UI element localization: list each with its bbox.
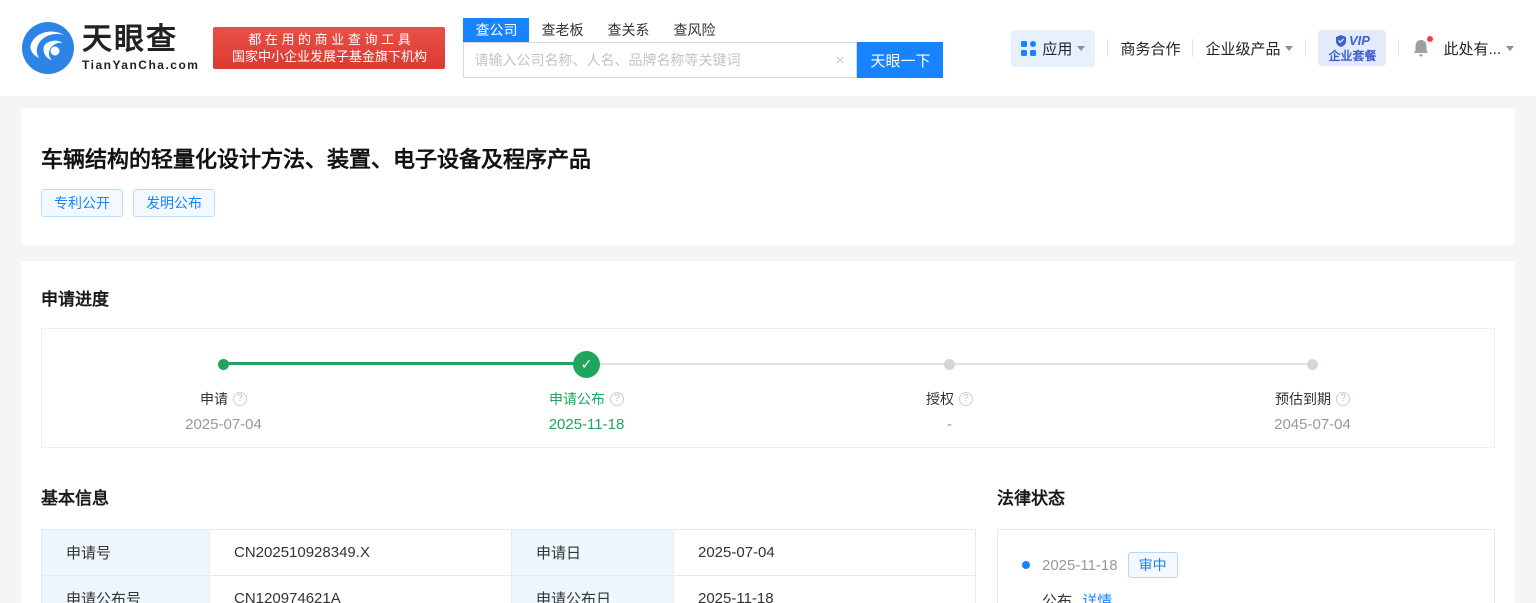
help-icon[interactable]: ? [233, 392, 247, 406]
step-date: 2025-07-04 [185, 416, 262, 433]
info-label: 申请公布号 [42, 576, 210, 603]
legal-status-date: 2025-11-18 [1042, 557, 1118, 574]
detail-link[interactable]: 详情 [1082, 593, 1112, 603]
info-value: 2025-11-18 [674, 576, 976, 603]
search-input-wrap: × [463, 42, 857, 78]
table-row: 申请号 CN202510928349.X 申请日 2025-07-04 [42, 530, 976, 576]
info-value: CN202510928349.X [210, 530, 512, 576]
divider [1107, 39, 1108, 57]
clear-icon[interactable]: × [834, 52, 847, 69]
step-date: 2025-11-18 [549, 416, 625, 433]
info-label: 申请号 [42, 530, 210, 576]
apps-grid-icon [1021, 41, 1036, 56]
tianyancha-logo[interactable]: 天眼查 TianYanCha.com [22, 22, 199, 74]
user-account-menu[interactable]: 此处有... [1443, 38, 1514, 59]
search-tab-boss[interactable]: 查老板 [529, 18, 595, 42]
divider [1192, 39, 1193, 57]
slogan-banner: 都 在 用 的 商 业 查 询 工 具 国家中小企业发展子基金旗下机构 [213, 27, 445, 69]
apps-menu[interactable]: 应用 [1011, 30, 1095, 67]
patent-detail-card: 申请进度 申请 ? 2025-07-04 ✓ 申请公布 ? 2025-11-18… [21, 261, 1515, 603]
notification-dot [1426, 35, 1434, 43]
basic-info-heading: 基本信息 [41, 484, 975, 509]
info-label: 申请公布日 [512, 576, 674, 603]
tag-patent-publication[interactable]: 专利公开 [41, 189, 123, 217]
step-done-dot [218, 359, 229, 370]
patent-title: 车辆结构的轻量化设计方法、装置、电子设备及程序产品 [41, 142, 1495, 174]
business-cooperation-link[interactable]: 商务合作 [1120, 38, 1180, 59]
header-nav: 应用 商务合作 企业级产品 VIP 企业套餐 [1011, 30, 1514, 67]
vip-package-button[interactable]: VIP 企业套餐 [1318, 30, 1386, 66]
progress-step-application: 申请 ? 2025-07-04 [42, 351, 405, 447]
step-check-icon: ✓ [573, 351, 600, 378]
top-header: 天眼查 TianYanCha.com 都 在 用 的 商 业 查 询 工 具 国… [0, 0, 1536, 96]
step-label: 申请公布 [549, 389, 605, 409]
user-account-label: 此处有... [1443, 38, 1501, 59]
info-label: 申请日 [512, 530, 674, 576]
legal-event: 公布 [1042, 593, 1072, 603]
application-progress-timeline: 申请 ? 2025-07-04 ✓ 申请公布 ? 2025-11-18 授权 ?… [41, 328, 1495, 448]
apps-label: 应用 [1042, 38, 1072, 59]
slogan-line2: 国家中小企业发展子基金旗下机构 [222, 48, 436, 65]
search-area: 查公司 查老板 查关系 查风险 × 天眼一下 [463, 18, 943, 78]
search-input[interactable] [474, 52, 833, 68]
vip-shield-icon [1335, 35, 1347, 47]
vip-package-label: 企业套餐 [1328, 50, 1376, 62]
chevron-down-icon [1077, 46, 1085, 51]
slogan-line1: 都 在 用 的 商 业 查 询 工 具 [222, 31, 436, 48]
logo-subtitle: TianYanCha.com [82, 59, 199, 71]
tag-invention-publication[interactable]: 发明公布 [133, 189, 215, 217]
table-row: 申请公布号 CN120974621A 申请公布日 2025-11-18 [42, 576, 976, 603]
search-tab-relation[interactable]: 查关系 [595, 18, 661, 42]
notification-bell[interactable] [1411, 38, 1431, 59]
basic-info-table: 申请号 CN202510928349.X 申请日 2025-07-04 申请公布… [41, 529, 976, 603]
progress-step-publication: ✓ 申请公布 ? 2025-11-18 [405, 351, 768, 447]
step-date: 2045-07-04 [1274, 416, 1351, 433]
tianyancha-logo-icon [22, 22, 74, 74]
step-label: 申请 [200, 389, 228, 409]
logo-title: 天眼查 [82, 25, 199, 55]
step-pending-dot [944, 359, 955, 370]
step-label: 预估到期 [1275, 389, 1331, 409]
search-tabs: 查公司 查老板 查关系 查风险 [463, 18, 943, 42]
search-tab-company[interactable]: 查公司 [463, 18, 529, 42]
progress-step-estimated-expiry: 预估到期 ? 2045-07-04 [1131, 351, 1494, 447]
divider [1398, 39, 1399, 57]
step-date: - [947, 416, 952, 433]
patent-title-card: 车辆结构的轻量化设计方法、装置、电子设备及程序产品 专利公开 发明公布 [21, 108, 1515, 245]
timeline-bullet [1022, 561, 1030, 569]
chevron-down-icon [1285, 46, 1293, 51]
status-badge: 审中 [1128, 552, 1178, 578]
search-button[interactable]: 天眼一下 [857, 42, 943, 78]
vip-label: VIP [1349, 34, 1370, 47]
step-label: 授权 [926, 389, 954, 409]
enterprise-products-label: 企业级产品 [1205, 38, 1280, 59]
info-value: 2025-07-04 [674, 530, 976, 576]
help-icon[interactable]: ? [959, 392, 973, 406]
step-pending-dot [1307, 359, 1318, 370]
progress-step-authorization: 授权 ? - [768, 351, 1131, 447]
progress-section-heading: 申请进度 [41, 285, 1495, 310]
help-icon[interactable]: ? [1336, 392, 1350, 406]
divider [1305, 39, 1306, 57]
help-icon[interactable]: ? [610, 392, 624, 406]
search-tab-risk[interactable]: 查风险 [661, 18, 727, 42]
legal-status-heading: 法律状态 [997, 484, 1495, 509]
chevron-down-icon [1506, 46, 1514, 51]
info-value: CN120974621A [210, 576, 512, 603]
legal-status-panel: 2025-11-18 审中 公布 详情 [997, 529, 1495, 603]
enterprise-products-menu[interactable]: 企业级产品 [1205, 38, 1293, 59]
